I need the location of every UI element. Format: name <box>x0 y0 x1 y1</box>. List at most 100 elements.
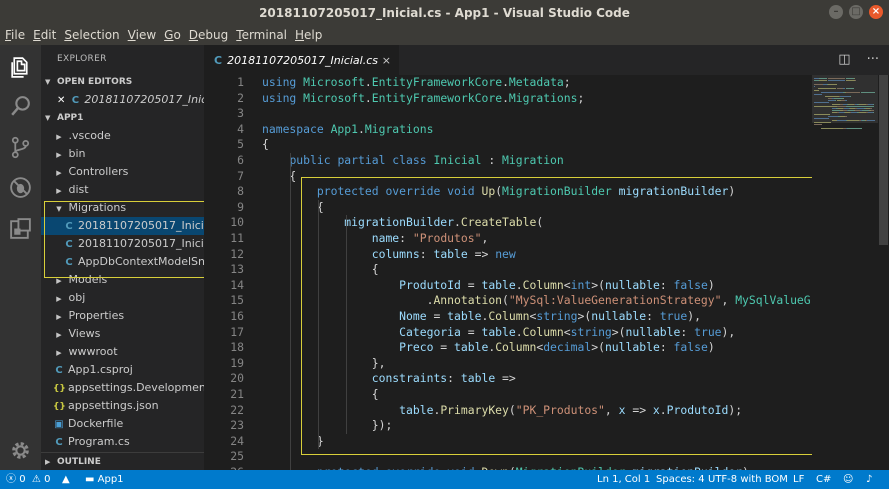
tree-item[interactable]: C20181107205017_Inicia... <box>41 217 204 235</box>
line-number: 22 <box>230 402 244 417</box>
code-line: 3 <box>204 106 814 122</box>
tree-item[interactable]: ▶ wwwroot <box>41 343 204 361</box>
minimap-mark <box>828 78 846 79</box>
line-number: 14 <box>230 277 244 292</box>
debug-icon[interactable] <box>8 175 33 200</box>
line-number: 13 <box>230 262 244 277</box>
minimap-mark <box>857 108 865 109</box>
minimap-mark <box>828 80 846 81</box>
chevron-right-icon: ▶ <box>56 313 62 321</box>
minimap-mark <box>870 110 875 111</box>
more-actions-icon[interactable]: ··· <box>867 52 879 67</box>
indentation[interactable]: Spaces: 4 <box>656 470 705 489</box>
code-line: 22 table.PrimaryKey("PK_Produtos", x => … <box>204 403 814 419</box>
language-mode[interactable]: C# <box>816 470 831 489</box>
tree-item[interactable]: ▶ bin <box>41 145 204 163</box>
code-line: 8 protected override void Up(MigrationBu… <box>204 184 814 200</box>
folder-icon: ▬ <box>85 474 95 485</box>
outline-header[interactable]: ▶ OUTLINE <box>41 452 204 470</box>
minimap[interactable] <box>812 75 878 470</box>
minimap-mark <box>855 80 857 81</box>
close-icon[interactable]: ✕ <box>57 95 65 106</box>
code-line: 10 migrationBuilder.CreateTable( <box>204 215 814 231</box>
menu-debug[interactable]: Debug <box>189 28 228 42</box>
json-file-icon: {} <box>53 384 66 394</box>
error-icon: ⓧ <box>6 474 16 485</box>
bell-icon[interactable]: ♪ <box>866 470 872 489</box>
editor-actions: ◫ ··· <box>838 52 879 67</box>
tree-item[interactable]: {} appsettings.Developmen... <box>41 379 204 397</box>
minimap-mark <box>853 78 855 79</box>
menu-go[interactable]: Go <box>164 28 181 42</box>
source-control-icon[interactable] <box>8 135 33 160</box>
minimap-mark <box>814 86 815 87</box>
cursor-position[interactable]: Ln 1, Col 1 <box>597 470 650 489</box>
split-editor-icon[interactable]: ◫ <box>838 52 850 67</box>
tree-item[interactable]: ▶ Properties <box>41 307 204 325</box>
tree-item[interactable]: {} appsettings.json <box>41 397 204 415</box>
end-of-line[interactable]: LF <box>793 470 804 489</box>
menu-selection[interactable]: Selection <box>64 28 119 42</box>
minimap-mark <box>844 100 848 101</box>
tree-item[interactable]: C20181107205017_Inicia... <box>41 235 204 253</box>
line-number: 20 <box>230 371 244 386</box>
tree-item[interactable]: ▣ Dockerfile <box>41 415 204 433</box>
line-number: 23 <box>230 418 244 433</box>
minimap-mark <box>814 90 819 91</box>
tab-inicial-cs[interactable]: C 20181107205017_Inicial.cs × <box>204 45 399 75</box>
search-icon[interactable] <box>8 94 33 119</box>
menu-edit[interactable]: Edit <box>33 28 56 42</box>
tab-close-icon[interactable]: × <box>382 54 391 67</box>
code-editor[interactable]: 1 using Microsoft.EntityFrameworkCore.Met… <box>204 75 889 470</box>
tree-item[interactable]: C App1.csproj <box>41 361 204 379</box>
explorer-icon[interactable] <box>8 55 33 80</box>
code-line: 2 using Microsoft.EntityFrameworkCore.Mig… <box>204 91 814 107</box>
problems-indicator[interactable]: ⓧ 0 ⚠ 0 <box>6 470 50 489</box>
tree-item[interactable]: ▶ Controllers <box>41 163 204 181</box>
scrollbar-thumb[interactable] <box>879 75 888 245</box>
maximize-button[interactable]: □ <box>849 5 863 19</box>
tree-item[interactable]: ▶ obj <box>41 289 204 307</box>
project-header[interactable]: ▼ APP1 <box>41 109 204 127</box>
tree-item[interactable]: ▼ Migrations <box>41 199 204 217</box>
code-line: 18 Preco = table.Column<decimal>(nullabl… <box>204 340 814 356</box>
minimap-mark <box>832 104 841 105</box>
menu-file[interactable]: File <box>5 28 25 42</box>
workspace-folder[interactable]: ▬ App1 <box>85 470 124 489</box>
flame-icon[interactable]: ▲ <box>62 470 70 489</box>
tree-item[interactable]: ▶ .vscode <box>41 127 204 145</box>
minimap-mark <box>814 102 830 103</box>
docker-icon: ▣ <box>54 419 64 430</box>
csharp-file-icon: C <box>214 53 223 67</box>
tree-item[interactable]: C Program.cs <box>41 433 204 451</box>
minimize-button[interactable]: – <box>829 5 843 19</box>
csharp-file-icon: C <box>71 95 80 106</box>
open-editors-header[interactable]: ▼ OPEN EDITORS <box>41 73 204 91</box>
encoding[interactable]: UTF-8 with BOM <box>708 470 788 489</box>
line-number: 16 <box>230 309 244 323</box>
line-number: 9 <box>237 199 244 214</box>
tree-item[interactable]: ▶ dist <box>41 181 204 199</box>
minimap-mark <box>824 96 840 97</box>
minimap-mark <box>833 98 843 99</box>
tree-item[interactable]: ▶ Models <box>41 271 204 289</box>
minimap-mark <box>846 80 856 81</box>
tree-item[interactable]: C AppDbContextModelSn... <box>41 253 204 271</box>
gear-icon[interactable] <box>8 438 33 463</box>
menu-view[interactable]: View <box>128 28 156 42</box>
minimap-mark <box>827 84 837 85</box>
csproj-file-icon: C <box>55 365 63 376</box>
minimap-mark <box>846 106 875 107</box>
activity-bar <box>0 45 41 470</box>
open-editor-item[interactable]: ✕C20181107205017_Inic... <box>41 91 204 109</box>
menu-terminal[interactable]: Terminal <box>236 28 287 42</box>
code-line: 15 .Annotation("MySql:ValueGenerationStr… <box>204 293 814 309</box>
status-bar: ⓧ 0 ⚠ 0 ▲ ▬ App1 Ln 1, Col 1 Spaces: 4 U… <box>0 470 889 489</box>
tree-item[interactable]: ▶ Views <box>41 325 204 343</box>
menu-help[interactable]: Help <box>295 28 322 42</box>
close-window-button[interactable]: × <box>869 5 883 19</box>
extensions-icon[interactable] <box>8 216 33 241</box>
vertical-scrollbar[interactable] <box>878 75 889 470</box>
minimap-mark <box>814 114 831 115</box>
smiley-icon[interactable]: ☺ <box>843 470 853 489</box>
